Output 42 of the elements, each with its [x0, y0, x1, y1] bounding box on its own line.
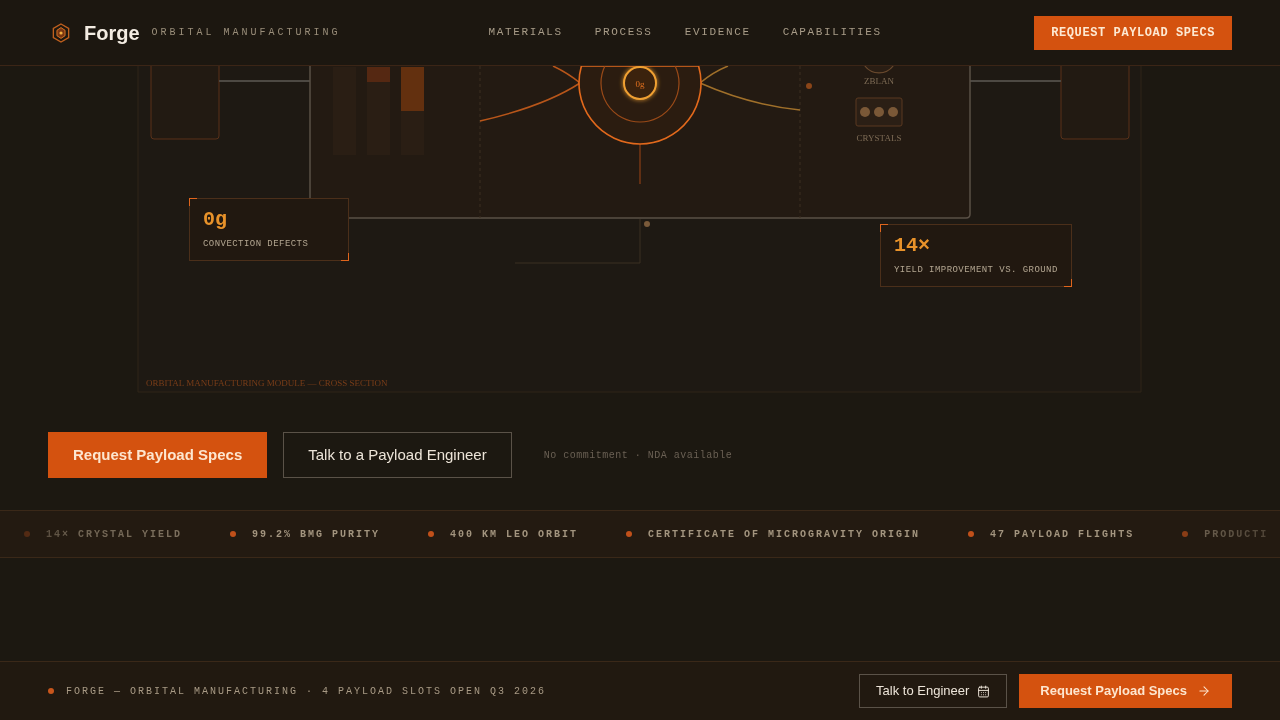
component-label: ZBLAN	[864, 76, 894, 86]
callout-label: YIELD IMPROVEMENT VS. GROUND	[894, 264, 1058, 276]
corner-bracket-icon	[341, 253, 349, 261]
hexagon-logo-icon	[52, 22, 70, 43]
request-specs-button[interactable]: Request Payload Specs	[1019, 674, 1232, 708]
footer-status: FORGE — ORBITAL MANUFACTURING · 4 PAYLOAD SLOTS OPEN Q3 2026	[66, 684, 547, 699]
ticker-item: PRODUCTI	[1204, 527, 1269, 542]
corner-bracket-icon	[880, 224, 888, 232]
vessel-outline	[864, 66, 894, 74]
ticker-item: CERTIFICATE OF MICROGRAVITY ORIGIN	[648, 527, 921, 542]
nav-link[interactable]: CAPABILITIES	[782, 24, 882, 41]
crystal-dot	[874, 107, 884, 117]
ticker-item: 47 PAYLOAD FLIGHTS	[990, 527, 1135, 542]
commitment-note: No commitment · NDA available	[543, 448, 733, 463]
heater-block	[367, 67, 390, 82]
ticker-item: 14× CRYSTAL YIELD	[46, 527, 183, 542]
callout-label: CONVECTION DEFECTS	[203, 238, 310, 250]
callout-value: 14×	[894, 234, 931, 258]
nav-link[interactable]: PROCESS	[594, 24, 653, 41]
crystal-dot	[888, 107, 898, 117]
stem-line	[639, 143, 641, 185]
calendar-icon	[977, 684, 991, 698]
heater-block	[401, 67, 424, 111]
brand-name: Forge	[84, 22, 140, 43]
talk-engineer-button[interactable]: Talk to Engineer	[859, 674, 1008, 708]
diagram-caption: ORBITAL MANUFACTURING MODULE — CROSS SECTION	[146, 378, 388, 388]
brand-tagline: ORBITAL MANUFACTURING	[151, 26, 341, 40]
sensor-dot	[644, 221, 650, 227]
corner-bracket-icon	[189, 198, 197, 206]
talk-engineer-button[interactable]: Talk to a Payload Engineer	[283, 432, 512, 478]
nav-link[interactable]: MATERIALS	[488, 24, 563, 41]
nav-link[interactable]: EVIDENCE	[684, 24, 751, 41]
ticker-item: 99.2% BMG PURITY	[252, 527, 381, 542]
request-specs-button[interactable]: REQUEST PAYLOAD SPECS	[1034, 15, 1232, 50]
chamber-label: 0g	[635, 79, 645, 89]
callout-value: 0g	[203, 208, 228, 232]
sensor-dot	[806, 83, 812, 89]
component-label: CRYSTALS	[856, 133, 902, 143]
ticker-item: 400 KM LEO ORBIT	[450, 527, 579, 542]
request-specs-button[interactable]: Request Payload Specs	[48, 432, 268, 478]
corner-bracket-icon	[1063, 279, 1072, 287]
crystal-dot	[860, 107, 870, 117]
